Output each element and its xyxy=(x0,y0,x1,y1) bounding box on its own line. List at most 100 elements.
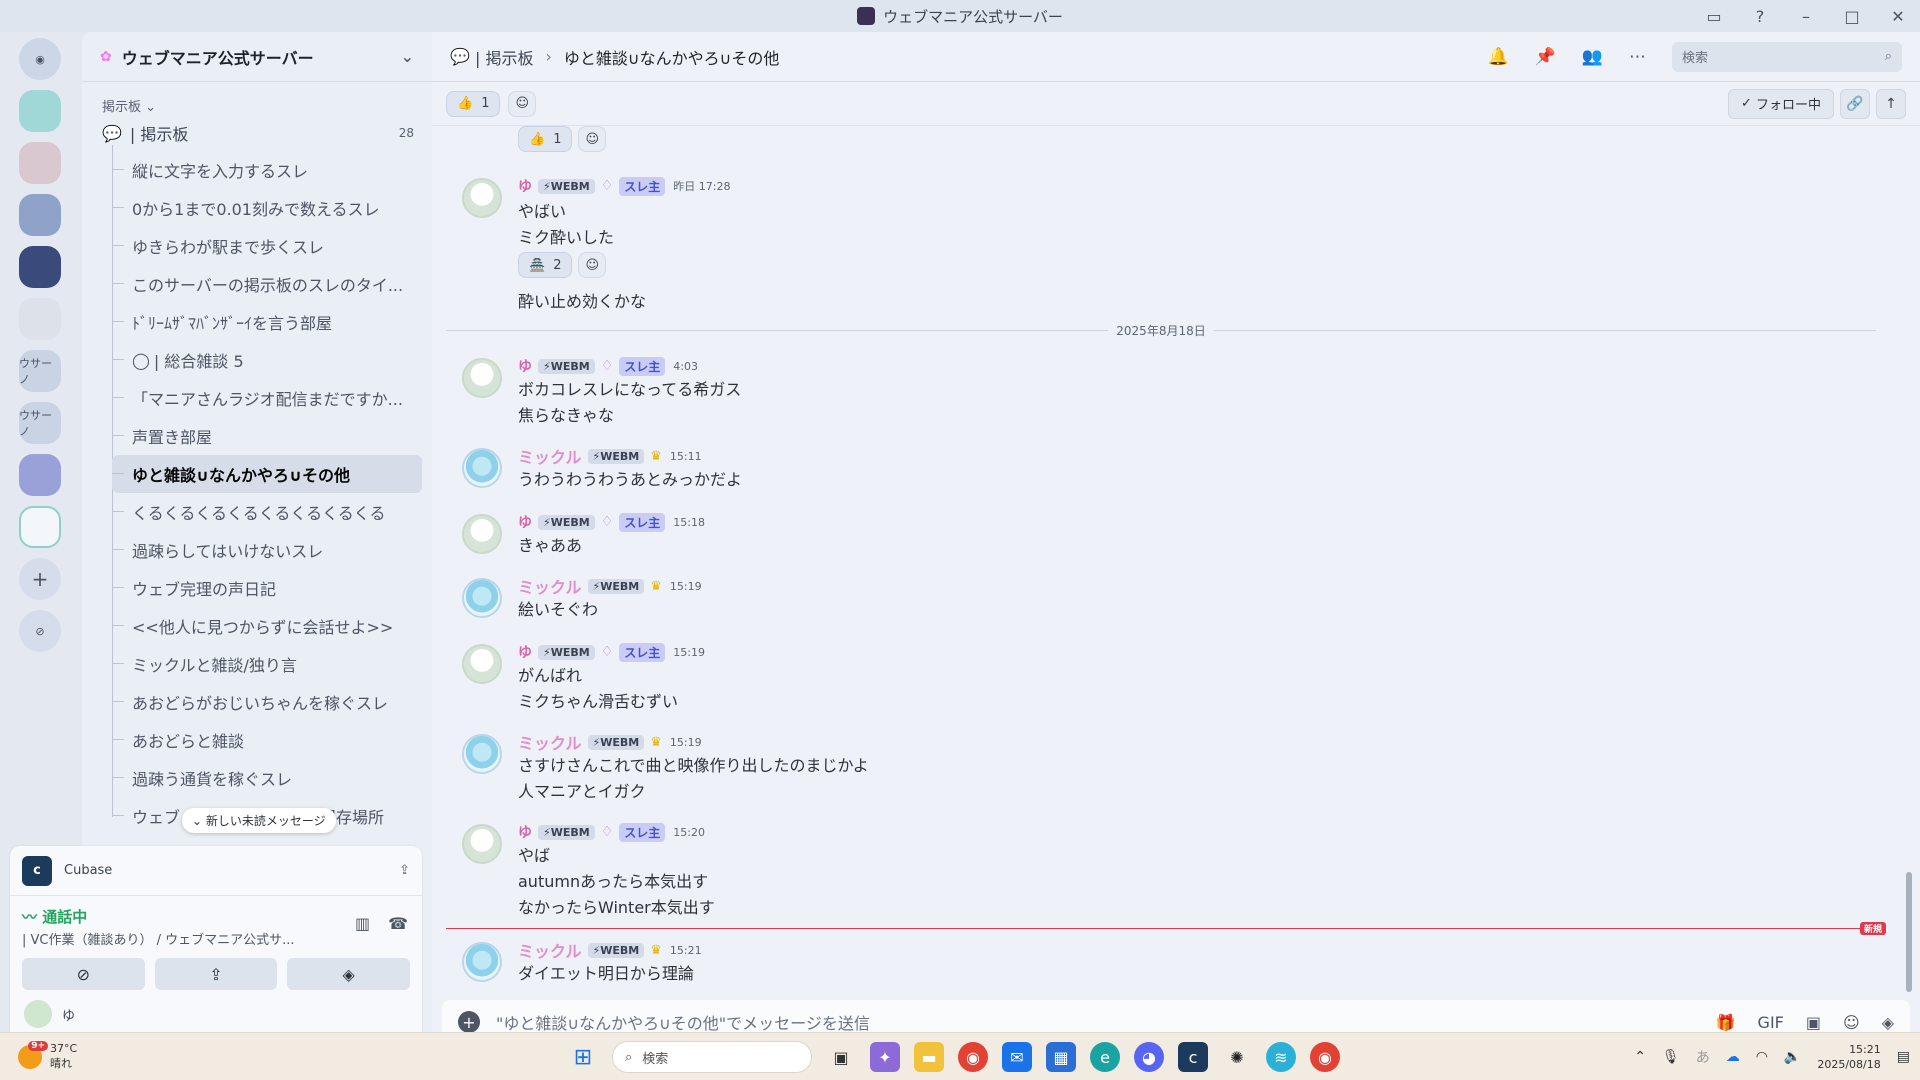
thread-item[interactable]: 0から1まで0.01刻みで数えるスレ xyxy=(112,189,422,227)
add-reaction-button[interactable]: ☺ xyxy=(578,252,607,278)
disconnect-icon[interactable]: ☎ xyxy=(388,914,408,933)
avatar[interactable] xyxy=(462,514,502,554)
activity-button[interactable]: ◈ xyxy=(287,958,411,990)
task-view-icon[interactable]: ▣ xyxy=(826,1042,856,1072)
gif-icon[interactable]: GIF xyxy=(1758,1013,1784,1032)
app-launcher-icon[interactable]: ◈ xyxy=(1882,1013,1894,1032)
thread-item[interactable]: ゆきらわが駅まで歩くスレ xyxy=(112,227,422,265)
explore-button[interactable]: ⊘ xyxy=(19,610,61,652)
avatar[interactable] xyxy=(462,358,502,398)
sticker-icon[interactable]: ▣ xyxy=(1806,1013,1821,1032)
author-name[interactable]: ミックル xyxy=(518,730,582,754)
author-name[interactable]: ミックル xyxy=(518,938,582,962)
maximize-button[interactable]: □ xyxy=(1840,7,1864,26)
onedrive-icon[interactable]: ☁ xyxy=(1726,1049,1740,1065)
server-icon-7[interactable]: ウサーノ xyxy=(19,402,61,444)
close-button[interactable]: ✕ xyxy=(1886,7,1910,26)
avatar[interactable] xyxy=(462,734,502,774)
category-header[interactable]: 掲示板 ⌄ xyxy=(82,82,432,115)
gift-icon[interactable]: 🎁 xyxy=(1716,1013,1736,1032)
scrollbar[interactable] xyxy=(1906,872,1912,992)
chevron-up-icon[interactable]: ⌃ xyxy=(1634,1049,1646,1065)
home-button[interactable]: ◉ xyxy=(19,38,61,80)
server-icon-2[interactable] xyxy=(19,142,61,184)
thread-item[interactable]: 縦に文字を入力するスレ xyxy=(112,151,422,189)
thread-item[interactable]: 声置き部屋 xyxy=(112,417,422,455)
ime-icon[interactable]: あ xyxy=(1696,1047,1710,1067)
avatar[interactable] xyxy=(462,644,502,684)
breadcrumb-forum[interactable]: | 掲示板 xyxy=(475,45,533,69)
mail-icon[interactable]: ✉ xyxy=(1002,1042,1032,1072)
activity-row[interactable]: c Cubase ⇪ xyxy=(10,846,422,896)
pin-icon[interactable]: 📌 xyxy=(1535,47,1556,67)
server-icon-8[interactable] xyxy=(19,454,61,496)
thread-item-active[interactable]: ゆと雑談∪なんかやろ∪その他 xyxy=(112,455,422,493)
chrome-profile-icon[interactable]: ◉ xyxy=(1310,1042,1340,1072)
add-server-button[interactable]: + xyxy=(19,558,61,600)
thread-item[interactable]: ◯ | 総合雑談 5 xyxy=(112,341,422,379)
thread-item[interactable]: あおどらと雑談 xyxy=(112,721,422,759)
reaction-thumbs-up[interactable]: 👍 1 xyxy=(446,90,501,117)
thread-item[interactable]: あおどらがおじいちゃんを稼ぐスレ xyxy=(112,683,422,721)
edge-icon[interactable]: e xyxy=(1090,1042,1120,1072)
server-icon-9[interactable] xyxy=(19,506,61,548)
search-input[interactable]: 検索 ⌕ xyxy=(1672,41,1902,72)
chrome-icon[interactable]: ◉ xyxy=(958,1042,988,1072)
notification-icon[interactable]: ▤ xyxy=(1897,1049,1910,1065)
reaction-emoji[interactable]: 🏯 2 xyxy=(518,252,573,278)
thread-item[interactable]: ﾄﾞﾘｰﾑｻﾞﾏﾊﾞﾝｻﾞｰｲを言う部屋 xyxy=(112,303,422,341)
thread-item[interactable]: ウェブ完理の声日記 xyxy=(112,569,422,607)
wifi-icon[interactable]: ◠ xyxy=(1756,1049,1768,1065)
help-icon[interactable]: ? xyxy=(1748,7,1772,26)
more-icon[interactable]: ⋯ xyxy=(1629,47,1646,67)
discord-icon[interactable]: ◕ xyxy=(1134,1042,1164,1072)
voice-status-label[interactable]: 通話中 xyxy=(42,908,87,926)
author-name[interactable]: ゆ xyxy=(518,356,532,376)
avatar[interactable] xyxy=(24,1000,52,1028)
add-reaction-button[interactable]: ☺ xyxy=(578,126,607,152)
server-header[interactable]: ✿ ウェブマニア公式サーバー ⌄ xyxy=(82,32,432,82)
author-name[interactable]: ゆ xyxy=(518,512,532,532)
jump-top-button[interactable]: ↑ xyxy=(1876,88,1906,119)
app-icon[interactable]: ≋ xyxy=(1266,1042,1296,1072)
forum-channel[interactable]: 💬 | 掲示板 28 xyxy=(82,115,432,151)
volume-icon[interactable]: 🔈 xyxy=(1784,1049,1801,1065)
copy-link-button[interactable]: 🔗 xyxy=(1840,88,1870,119)
server-icon-3[interactable] xyxy=(19,194,61,236)
emoji-icon[interactable]: ☺ xyxy=(1843,1013,1860,1032)
server-icon-1[interactable] xyxy=(19,90,61,132)
avatar[interactable] xyxy=(462,448,502,488)
camera-button[interactable]: ⊘ xyxy=(22,958,145,990)
minimize-button[interactable]: – xyxy=(1794,7,1818,26)
file-explorer-icon[interactable]: ▬ xyxy=(914,1042,944,1072)
thread-item[interactable]: くるくるくるくるくるくるくるくる xyxy=(112,493,422,531)
taskbar-search[interactable]: ⌕ 検索 xyxy=(612,1041,812,1073)
follow-button[interactable]: ✓ フォロー中 xyxy=(1727,88,1834,119)
server-icon-5[interactable] xyxy=(19,298,61,340)
share-screen-button[interactable]: ⇪ xyxy=(154,958,278,990)
avatar[interactable] xyxy=(462,178,502,218)
bell-icon[interactable]: 🔔 xyxy=(1487,47,1508,67)
user-row[interactable]: ゆ xyxy=(10,1000,422,1028)
avatar[interactable] xyxy=(462,578,502,618)
weather-widget[interactable]: 9+ 37°C 晴れ xyxy=(0,1040,77,1071)
author-name[interactable]: ゆ xyxy=(518,176,532,196)
plus-icon[interactable]: + xyxy=(458,1011,480,1033)
chevron-down-icon[interactable]: ⌄ xyxy=(401,47,414,66)
thread-item[interactable]: 「マニアさんラジオ配信まだですか... xyxy=(112,379,422,417)
new-unread-button[interactable]: ⌄ 新しい未読メッセージ xyxy=(182,808,336,833)
chatgpt-icon[interactable]: ✺ xyxy=(1222,1042,1252,1072)
author-name[interactable]: ミックル xyxy=(518,444,582,468)
voice-location[interactable]: | VC作業（雑談あり） / ウェブマニア公式サ... xyxy=(22,929,332,948)
reaction-thumbs-up[interactable]: 👍 1 xyxy=(518,126,573,152)
clock[interactable]: 15:21 2025/08/18 xyxy=(1817,1042,1880,1072)
thread-item[interactable]: このサーバーの掲示板のスレのタイ... xyxy=(112,265,422,303)
author-name[interactable]: ミックル xyxy=(518,574,582,598)
server-icon-6[interactable]: ウサーノ xyxy=(19,350,61,392)
cubase-icon[interactable]: c xyxy=(1178,1042,1208,1072)
copilot-icon[interactable]: ✦ xyxy=(870,1042,900,1072)
thread-item[interactable]: 過疎らしてはいけないスレ xyxy=(112,531,422,569)
thread-item[interactable]: ミックルと雑談/独り言 xyxy=(112,645,422,683)
noise-suppression-icon[interactable]: ▥ xyxy=(355,914,370,933)
thread-item[interactable]: 過疎う通貨を稼ぐスレ xyxy=(112,759,422,797)
